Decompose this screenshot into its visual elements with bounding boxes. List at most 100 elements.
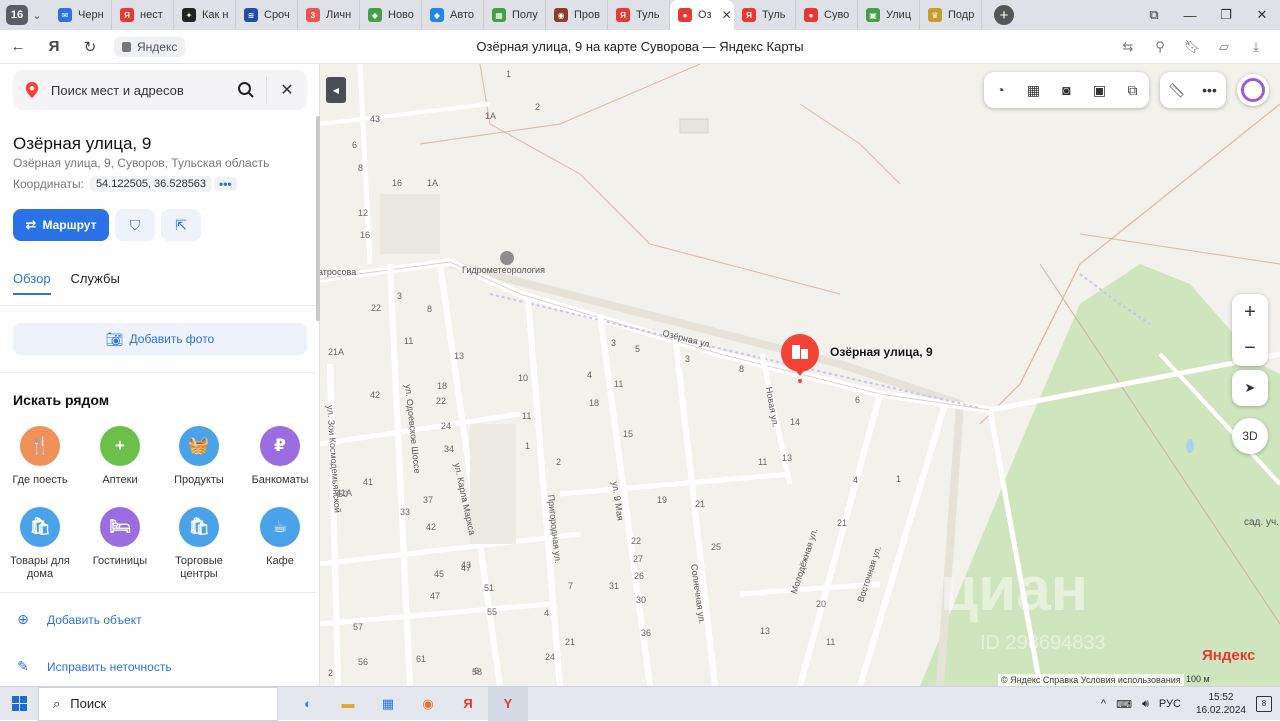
coordinates-value[interactable]: 54.122505, 36.528563 — [89, 176, 213, 192]
back-icon[interactable]: ← — [0, 38, 36, 55]
clock[interactable]: 15:52 16.02.2024 — [1196, 691, 1246, 717]
share-button[interactable]: ⇱ — [161, 209, 201, 241]
ruler-icon[interactable]: 📏︎ — [1160, 82, 1193, 99]
poi-label[interactable]: Гидрометеорология — [462, 265, 545, 275]
tab-favicon-icon: ✉ — [58, 8, 72, 22]
house-number: 16 — [392, 178, 403, 188]
browser-tab[interactable]: ▦ Полу — [484, 0, 546, 30]
browser-tab[interactable]: ≋ Сроч — [236, 0, 298, 30]
browser-tab[interactable]: ● Оз ✕ — [670, 0, 734, 30]
route-button[interactable]: ⇄ Маршрут — [13, 209, 109, 241]
house-number: 3 — [611, 338, 617, 348]
map-footer[interactable]: © Яндекс Справка Условия использования — [998, 674, 1184, 686]
store-icon[interactable]: ▦ — [368, 687, 408, 721]
collapse-panel-button[interactable]: ◀ — [326, 77, 346, 103]
tab-services[interactable]: Службы — [71, 271, 120, 295]
user-avatar[interactable] — [1237, 74, 1269, 106]
reload-icon[interactable]: ↻ — [72, 38, 108, 56]
nearby-category[interactable]: 🛍 Товары для дома — [2, 507, 78, 581]
bookmark-icon[interactable]: 🔖︎ — [1176, 39, 1208, 55]
house-number: 51 — [484, 583, 495, 593]
chevron-down-icon[interactable]: ⌄ — [28, 5, 46, 25]
tab-favicon-icon: Я — [742, 8, 756, 22]
yandex-browser-icon[interactable]: Y — [488, 686, 528, 721]
nearby-category[interactable]: + Аптеки — [82, 426, 158, 487]
tab-overview[interactable]: Обзор — [13, 271, 51, 295]
edge-icon[interactable]: ◐ — [288, 687, 328, 721]
browser-tab[interactable]: ◆ Авто — [422, 0, 484, 30]
browser-tab[interactable]: 3 Личн — [298, 0, 360, 30]
nearby-category[interactable]: 🛏 Гостиницы — [82, 507, 158, 568]
site-chip[interactable]: Яндекс — [114, 36, 186, 57]
fix-error-link[interactable]: ✎ Исправить неточность — [13, 658, 171, 675]
nearby-category[interactable]: 🛍 Торговые центры — [161, 507, 237, 581]
close-tab-icon[interactable]: ✕ — [722, 8, 732, 22]
minimize-icon[interactable]: — — [1172, 8, 1208, 23]
browser-tab[interactable]: ◉ Пров — [546, 0, 608, 30]
add-photo-button[interactable]: 📷︎ Добавить фото — [13, 323, 307, 355]
tab-count-badge[interactable]: 16 — [6, 5, 28, 25]
browser-tab[interactable]: ✦ Как н — [174, 0, 236, 30]
language-indicator[interactable]: РУС — [1159, 698, 1181, 710]
nearby-category[interactable]: 🍴 Где поесть — [2, 426, 78, 487]
house-number: 57 — [353, 622, 364, 632]
house-number: 2 — [556, 457, 562, 467]
nearby-category[interactable]: 🧺 Продукты — [161, 426, 237, 487]
close-icon[interactable]: ✕ — [267, 80, 307, 100]
search-icon[interactable] — [234, 78, 258, 102]
3d-button[interactable]: 3D — [1232, 418, 1268, 454]
start-button[interactable] — [0, 687, 38, 721]
transport-icon[interactable]: ▣ — [1083, 82, 1116, 99]
new-tab-button[interactable]: + — [994, 5, 1014, 25]
map-canvas[interactable]: 1 2 1А 43 6 8 16 1А 12 16 22 21А 3 8 11 13 18 22 24 34 42 41А… — [320, 64, 1280, 686]
nearby-category[interactable]: ☕ Кафе — [242, 507, 318, 568]
browser-tab[interactable]: Я Туль — [734, 0, 796, 30]
traffic-icon[interactable]: ◔ — [984, 82, 1017, 98]
my-location-button[interactable]: ➤ — [1232, 370, 1268, 406]
map-layers-icon[interactable]: ▦ — [1017, 82, 1050, 99]
house-number: 8 — [358, 163, 364, 173]
browser-tab[interactable]: ● Суво — [796, 0, 858, 30]
browser-tab[interactable]: ✉ Черн — [50, 0, 112, 30]
coordinates-more-button[interactable]: ••• — [214, 177, 237, 191]
place-marker[interactable] — [780, 334, 822, 384]
bookmark-button[interactable]: ⛉ — [115, 209, 155, 241]
sidebar-panel: Поиск мест и адресов ✕ Озёрная улица, 9 … — [0, 64, 320, 686]
location-icon[interactable]: ⚲ — [1144, 39, 1176, 55]
browser-tab[interactable]: ◆ Ново — [360, 0, 422, 30]
zoom-in-button[interactable]: + — [1232, 294, 1268, 330]
zoom-out-button[interactable]: − — [1232, 330, 1268, 366]
panorama-icon[interactable]: ◙ — [1050, 82, 1083, 98]
search-input[interactable]: Поиск мест и адресов — [51, 83, 234, 98]
restore-icon[interactable]: ❐ — [1208, 7, 1244, 23]
folder-icon[interactable]: ▬ — [328, 687, 368, 721]
firefox-icon[interactable]: ◉ — [408, 687, 448, 721]
yandex-browser-icon[interactable]: Я — [36, 38, 72, 55]
collections-icon[interactable]: ▱ — [1208, 39, 1240, 55]
browser-tab[interactable]: Янест — [112, 0, 174, 30]
tab-list-icon[interactable]: ⧉ — [1136, 7, 1172, 23]
taskbar-search[interactable]: ⌕ Поиск — [38, 686, 278, 721]
browser-tab[interactable]: ♛ Подр — [920, 0, 982, 30]
notifications-badge[interactable]: 8 — [1256, 696, 1272, 712]
browser-tab[interactable]: ▣ Улиц — [858, 0, 920, 30]
house-number: 43 — [461, 560, 472, 570]
marker-label[interactable]: Озёрная улица, 9 — [830, 345, 933, 359]
speaker-icon[interactable]: 🔊︎ — [1142, 698, 1149, 711]
add-object-link[interactable]: ⊕ Добавить объект — [13, 611, 141, 628]
translate-icon[interactable]: ⇆ — [1112, 39, 1144, 55]
nearby-category[interactable]: ₽ Банкоматы — [242, 426, 318, 487]
more-icon[interactable]: ••• — [1193, 82, 1226, 98]
house-number: 12 — [358, 208, 369, 218]
yandex-icon[interactable]: Я — [448, 687, 488, 721]
category-icon: ₽ — [260, 426, 300, 466]
chevron-up-icon[interactable]: ^ — [1101, 698, 1106, 710]
search-box[interactable]: Поиск мест и адресов ✕ — [13, 70, 307, 110]
layers-icon[interactable]: ⧉ — [1116, 82, 1149, 99]
house-number: 8 — [739, 364, 745, 374]
download-icon[interactable]: ⤓ — [1240, 39, 1272, 55]
network-icon[interactable]: ⌨ — [1116, 698, 1132, 711]
browser-tab[interactable]: Я Туль — [608, 0, 670, 30]
close-icon[interactable]: ✕ — [1244, 7, 1280, 23]
coordinates-label: Координаты: — [13, 177, 84, 191]
